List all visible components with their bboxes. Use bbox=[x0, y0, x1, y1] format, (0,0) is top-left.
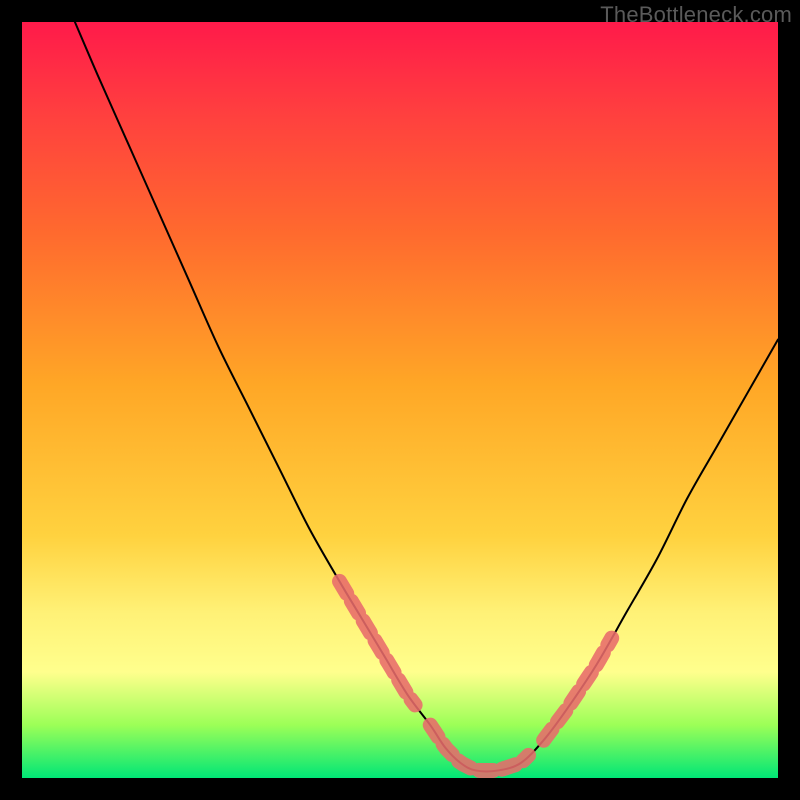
bottleneck-curve bbox=[75, 22, 778, 771]
highlight-bands bbox=[340, 581, 612, 770]
left-slope-band bbox=[340, 581, 416, 704]
right-slope-band bbox=[544, 638, 612, 740]
chart-svg bbox=[22, 22, 778, 778]
valley-band bbox=[430, 725, 528, 770]
